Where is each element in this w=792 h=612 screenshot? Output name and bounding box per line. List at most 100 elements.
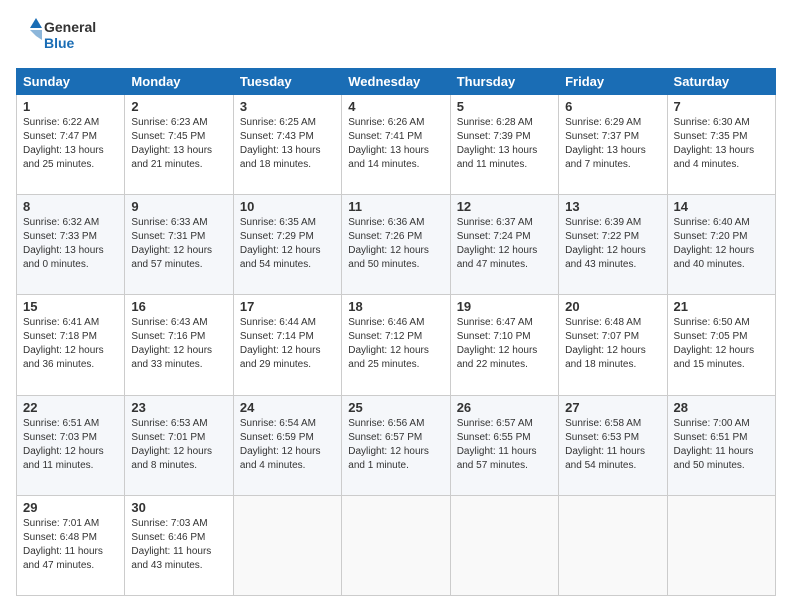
calendar-cell: 2 Sunrise: 6:23 AMSunset: 7:45 PMDaylight… (125, 95, 233, 195)
calendar-cell: 15 Sunrise: 6:41 AMSunset: 7:18 PMDayligh… (17, 295, 125, 395)
calendar-cell: 19 Sunrise: 6:47 AMSunset: 7:10 PMDayligh… (450, 295, 558, 395)
calendar-cell: 21 Sunrise: 6:50 AMSunset: 7:05 PMDayligh… (667, 295, 775, 395)
cell-details: Sunrise: 6:53 AMSunset: 7:01 PMDaylight:… (131, 417, 226, 473)
calendar-cell: 10 Sunrise: 6:35 AMSunset: 7:29 PMDayligh… (233, 195, 341, 295)
calendar-cell: 16 Sunrise: 6:43 AMSunset: 7:16 PMDayligh… (125, 295, 233, 395)
day-number: 13 (565, 199, 660, 214)
cell-details: Sunrise: 7:03 AMSunset: 6:46 PMDaylight:… (131, 517, 226, 573)
day-number: 26 (457, 400, 552, 415)
day-number: 4 (348, 99, 443, 114)
calendar-cell: 25 Sunrise: 6:56 AMSunset: 6:57 PMDayligh… (342, 395, 450, 495)
col-header-friday: Friday (559, 69, 667, 95)
calendar-cell: 8 Sunrise: 6:32 AMSunset: 7:33 PMDaylight… (17, 195, 125, 295)
day-number: 19 (457, 299, 552, 314)
calendar-cell: 27 Sunrise: 6:58 AMSunset: 6:53 PMDayligh… (559, 395, 667, 495)
cell-details: Sunrise: 6:23 AMSunset: 7:45 PMDaylight:… (131, 116, 226, 172)
calendar-cell (233, 495, 341, 595)
day-number: 24 (240, 400, 335, 415)
calendar-cell (450, 495, 558, 595)
day-number: 14 (674, 199, 769, 214)
calendar-cell: 28Sunrise: 7:00 AMSunset: 6:51 PMDayligh… (667, 395, 775, 495)
calendar-cell: 12 Sunrise: 6:37 AMSunset: 7:24 PMDayligh… (450, 195, 558, 295)
day-number: 22 (23, 400, 118, 415)
day-number: 7 (674, 99, 769, 114)
cell-details: Sunrise: 6:47 AMSunset: 7:10 PMDaylight:… (457, 316, 552, 372)
svg-text:General: General (44, 19, 96, 35)
calendar-table: SundayMondayTuesdayWednesdayThursdayFrid… (16, 68, 776, 596)
cell-details: Sunrise: 6:26 AMSunset: 7:41 PMDaylight:… (348, 116, 443, 172)
calendar-cell: 3 Sunrise: 6:25 AMSunset: 7:43 PMDaylight… (233, 95, 341, 195)
cell-details: Sunrise: 6:48 AMSunset: 7:07 PMDaylight:… (565, 316, 660, 372)
day-number: 5 (457, 99, 552, 114)
cell-details: Sunrise: 6:30 AMSunset: 7:35 PMDaylight:… (674, 116, 769, 172)
calendar-cell: 11 Sunrise: 6:36 AMSunset: 7:26 PMDayligh… (342, 195, 450, 295)
day-number: 15 (23, 299, 118, 314)
col-header-monday: Monday (125, 69, 233, 95)
calendar-cell: 14 Sunrise: 6:40 AMSunset: 7:20 PMDayligh… (667, 195, 775, 295)
day-number: 8 (23, 199, 118, 214)
logo-svg: General Blue (16, 16, 106, 58)
day-number: 21 (674, 299, 769, 314)
col-header-wednesday: Wednesday (342, 69, 450, 95)
cell-details: Sunrise: 7:01 AMSunset: 6:48 PMDaylight:… (23, 517, 118, 573)
calendar-cell: 30 Sunrise: 7:03 AMSunset: 6:46 PMDayligh… (125, 495, 233, 595)
calendar-cell: 23Sunrise: 6:53 AMSunset: 7:01 PMDayligh… (125, 395, 233, 495)
cell-details: Sunrise: 6:44 AMSunset: 7:14 PMDaylight:… (240, 316, 335, 372)
calendar-cell: 26Sunrise: 6:57 AMSunset: 6:55 PMDayligh… (450, 395, 558, 495)
day-number: 1 (23, 99, 118, 114)
calendar-cell: 1 Sunrise: 6:22 AMSunset: 7:47 PMDaylight… (17, 95, 125, 195)
cell-details: Sunrise: 6:28 AMSunset: 7:39 PMDaylight:… (457, 116, 552, 172)
calendar-cell: 5 Sunrise: 6:28 AMSunset: 7:39 PMDaylight… (450, 95, 558, 195)
col-header-saturday: Saturday (667, 69, 775, 95)
cell-details: Sunrise: 6:43 AMSunset: 7:16 PMDaylight:… (131, 316, 226, 372)
cell-details: Sunrise: 6:36 AMSunset: 7:26 PMDaylight:… (348, 216, 443, 272)
day-number: 25 (348, 400, 443, 415)
cell-details: Sunrise: 6:25 AMSunset: 7:43 PMDaylight:… (240, 116, 335, 172)
cell-details: Sunrise: 6:54 AMSunset: 6:59 PMDaylight:… (240, 417, 335, 473)
col-header-sunday: Sunday (17, 69, 125, 95)
day-number: 30 (131, 500, 226, 515)
day-number: 27 (565, 400, 660, 415)
calendar-cell: 4 Sunrise: 6:26 AMSunset: 7:41 PMDaylight… (342, 95, 450, 195)
day-number: 3 (240, 99, 335, 114)
calendar-cell: 24 Sunrise: 6:54 AMSunset: 6:59 PMDayligh… (233, 395, 341, 495)
calendar-cell (559, 495, 667, 595)
cell-details: Sunrise: 6:22 AMSunset: 7:47 PMDaylight:… (23, 116, 118, 172)
day-number: 9 (131, 199, 226, 214)
cell-details: Sunrise: 6:46 AMSunset: 7:12 PMDaylight:… (348, 316, 443, 372)
calendar-cell (342, 495, 450, 595)
calendar-cell: 22 Sunrise: 6:51 AMSunset: 7:03 PMDayligh… (17, 395, 125, 495)
calendar-cell: 29 Sunrise: 7:01 AMSunset: 6:48 PMDayligh… (17, 495, 125, 595)
logo: General Blue (16, 16, 106, 58)
calendar-cell: 6 Sunrise: 6:29 AMSunset: 7:37 PMDaylight… (559, 95, 667, 195)
cell-details: Sunrise: 6:37 AMSunset: 7:24 PMDaylight:… (457, 216, 552, 272)
day-number: 11 (348, 199, 443, 214)
day-number: 12 (457, 199, 552, 214)
cell-details: Sunrise: 6:33 AMSunset: 7:31 PMDaylight:… (131, 216, 226, 272)
cell-details: Sunrise: 6:41 AMSunset: 7:18 PMDaylight:… (23, 316, 118, 372)
calendar-cell: 20 Sunrise: 6:48 AMSunset: 7:07 PMDayligh… (559, 295, 667, 395)
day-number: 29 (23, 500, 118, 515)
col-header-thursday: Thursday (450, 69, 558, 95)
day-number: 16 (131, 299, 226, 314)
day-number: 10 (240, 199, 335, 214)
header: General Blue (16, 16, 776, 58)
calendar-cell: 7 Sunrise: 6:30 AMSunset: 7:35 PMDaylight… (667, 95, 775, 195)
cell-details: Sunrise: 6:40 AMSunset: 7:20 PMDaylight:… (674, 216, 769, 272)
cell-details: Sunrise: 6:51 AMSunset: 7:03 PMDaylight:… (23, 417, 118, 473)
calendar-cell: 13 Sunrise: 6:39 AMSunset: 7:22 PMDayligh… (559, 195, 667, 295)
cell-details: Sunrise: 6:58 AMSunset: 6:53 PMDaylight:… (565, 417, 660, 473)
calendar-cell: 18Sunrise: 6:46 AMSunset: 7:12 PMDayligh… (342, 295, 450, 395)
cell-details: Sunrise: 6:39 AMSunset: 7:22 PMDaylight:… (565, 216, 660, 272)
day-number: 6 (565, 99, 660, 114)
cell-details: Sunrise: 6:29 AMSunset: 7:37 PMDaylight:… (565, 116, 660, 172)
cell-details: Sunrise: 6:50 AMSunset: 7:05 PMDaylight:… (674, 316, 769, 372)
cell-details: Sunrise: 6:56 AMSunset: 6:57 PMDaylight:… (348, 417, 443, 473)
day-number: 2 (131, 99, 226, 114)
svg-text:Blue: Blue (44, 35, 75, 51)
cell-details: Sunrise: 6:32 AMSunset: 7:33 PMDaylight:… (23, 216, 118, 272)
calendar-cell: 17Sunrise: 6:44 AMSunset: 7:14 PMDayligh… (233, 295, 341, 395)
day-number: 20 (565, 299, 660, 314)
calendar-cell (667, 495, 775, 595)
cell-details: Sunrise: 6:35 AMSunset: 7:29 PMDaylight:… (240, 216, 335, 272)
